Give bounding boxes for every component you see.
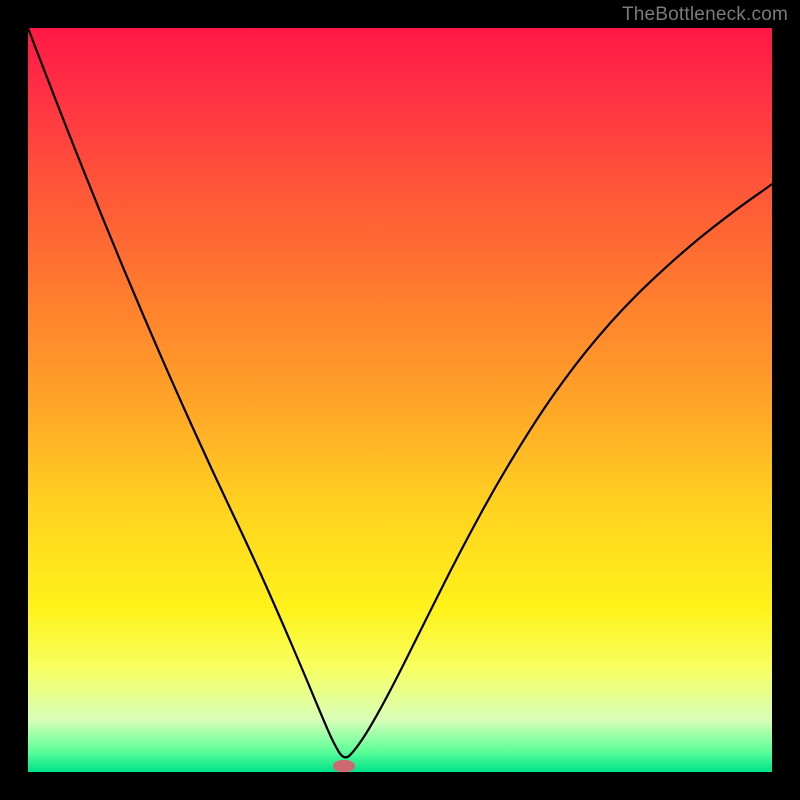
outer-frame: TheBottleneck.com [0, 0, 800, 800]
watermark-text: TheBottleneck.com [622, 4, 788, 26]
plot-area [28, 28, 772, 772]
minimum-marker [333, 760, 355, 772]
curve-svg [28, 28, 772, 772]
bottleneck-curve [28, 28, 772, 757]
